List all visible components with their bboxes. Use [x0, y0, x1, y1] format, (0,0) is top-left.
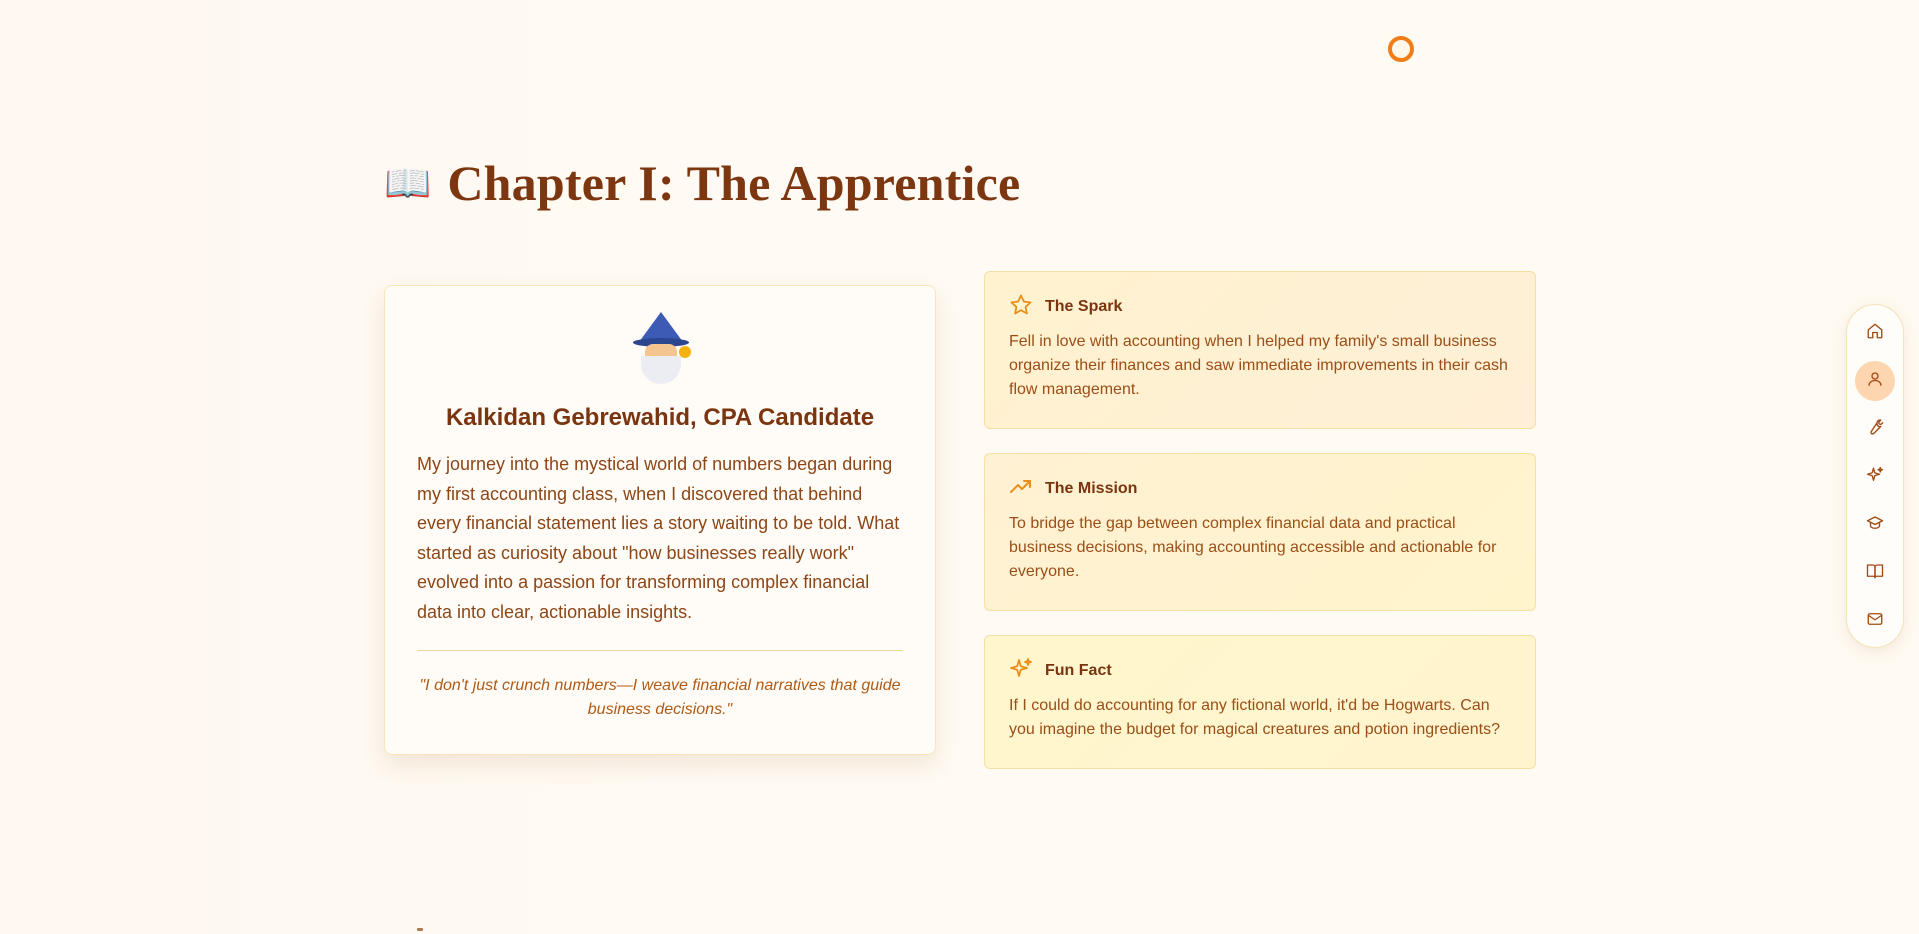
open-book-icon: 📖 — [384, 161, 432, 205]
graduation-cap-icon — [1866, 514, 1884, 537]
nav-blog-button[interactable] — [1855, 553, 1895, 593]
trending-up-icon — [1009, 475, 1033, 504]
profile-quote: "I don't just crunch numbers—I weave fin… — [419, 677, 901, 718]
mail-icon — [1866, 610, 1884, 633]
wrench-icon — [1866, 418, 1884, 441]
card-fun-fact: Fun Fact If I could do accounting for an… — [984, 635, 1536, 769]
cursor-ring — [1388, 36, 1414, 62]
nav-skills-button[interactable] — [1855, 409, 1895, 449]
page-title: Chapter I: The Apprentice — [447, 155, 1021, 211]
card-title: Fun Fact — [1045, 662, 1112, 679]
chapter-heading: 📖 Chapter I: The Apprentice — [384, 150, 1020, 216]
nav-home-button[interactable] — [1855, 313, 1895, 353]
sparkles-icon — [1009, 657, 1033, 686]
profile-name: Kalkidan Gebrewahid, CPA Candidate — [445, 404, 875, 431]
avatar — [385, 312, 935, 395]
user-icon — [1866, 370, 1884, 393]
nav-projects-button[interactable] — [1855, 457, 1895, 497]
card-the-spark: The Spark Fell in love with accounting w… — [984, 271, 1536, 429]
next-section-edge — [417, 928, 423, 931]
wizard-icon — [625, 312, 695, 384]
nav-about-button[interactable] — [1855, 361, 1895, 401]
profile-story: My journey into the mystical world of nu… — [417, 454, 900, 622]
star-icon — [1009, 293, 1033, 322]
profile-card: Kalkidan Gebrewahid, CPA Candidate My jo… — [384, 285, 936, 755]
card-body: If I could do accounting for any fiction… — [1009, 697, 1500, 738]
card-title: The Spark — [1045, 298, 1123, 315]
card-the-mission: The Mission To bridge the gap between co… — [984, 453, 1536, 611]
card-body: To bridge the gap between complex financ… — [1009, 515, 1497, 580]
nav-education-button[interactable] — [1855, 505, 1895, 545]
side-nav — [1846, 304, 1904, 648]
card-title: The Mission — [1045, 480, 1138, 497]
card-body: Fell in love with accounting when I help… — [1009, 333, 1508, 398]
book-icon — [1866, 562, 1884, 585]
divider — [417, 650, 903, 651]
sparkles-icon — [1866, 466, 1884, 489]
nav-contact-button[interactable] — [1855, 601, 1895, 641]
home-icon — [1866, 322, 1884, 345]
